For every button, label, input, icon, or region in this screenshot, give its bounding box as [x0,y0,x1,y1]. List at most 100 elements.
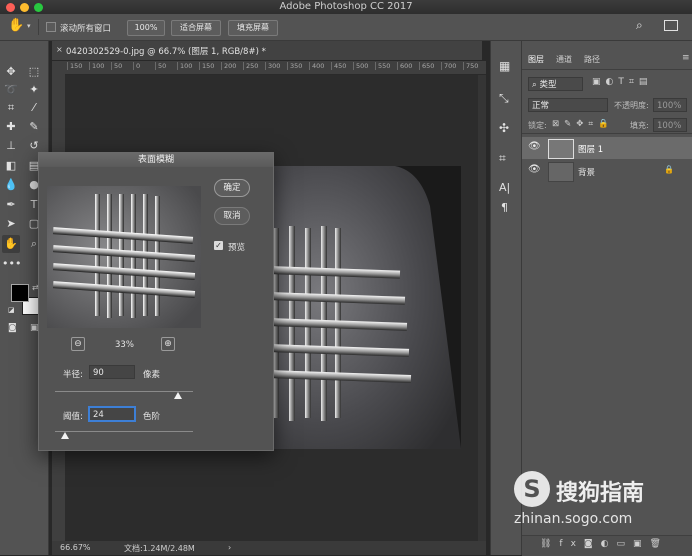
opacity-label: 不透明度: [614,101,649,110]
threshold-input[interactable]: 24 [89,407,135,421]
zoom-out-icon[interactable]: ⊖ [71,337,85,351]
threshold-slider-track[interactable] [55,431,193,432]
blur-tool-icon[interactable]: 💧 [2,176,20,194]
divider [38,19,39,35]
fill-input[interactable]: 100% [653,118,687,132]
title-bar: Adobe Photoshop CC 2017 [0,0,692,14]
ruler-tick-label: 750 [463,62,478,70]
opacity-input[interactable]: 100% [653,98,687,112]
path-selection-tool-icon[interactable]: ➤ [2,215,20,233]
default-colors-icon[interactable]: ◪ [8,306,15,314]
threshold-label: 阈值: [63,412,83,422]
divider [522,69,692,70]
visibility-eye-icon[interactable]: 👁 [528,164,541,175]
hand-tool-icon[interactable]: ✋ [2,235,20,253]
surface-blur-dialog: 表面模糊 确定 取消 ✓ 预览 ⊖ 33% ⊕ 半径: 90 像素 阈值: 24… [38,152,274,451]
eyedropper-tool-icon[interactable]: ⁄ [25,99,43,117]
character-icon[interactable]: A| [499,181,510,194]
radius-slider-track[interactable] [55,391,193,392]
blend-mode-select[interactable]: 正常 [528,98,608,112]
ruler-tick-label: 300 [265,62,280,70]
tab-paths[interactable]: 路径 [584,54,600,65]
zoom-in-icon[interactable]: ⊕ [161,337,175,351]
more-tools-icon[interactable]: ••• [2,255,21,273]
ruler-tick-label: 100 [89,62,104,70]
dialog-title: 表面模糊 [39,153,273,167]
ruler-tick-label: 200 [221,62,236,70]
brush-tool-icon[interactable]: ✎ [25,118,43,136]
magic-wand-tool-icon[interactable]: ✦ [25,81,43,99]
crop-panel-icon[interactable]: ⌗ [499,151,506,166]
vertical-scrollbar[interactable] [478,75,486,541]
layers-panel: 图层 通道 路径 ≡ ⌕ 类型 ▣◐T⌗▤ 正常 不透明度: 100% 锁定: … [514,41,692,556]
filter-preview[interactable] [47,186,201,328]
pen-tool-icon[interactable]: ✒ [2,196,20,214]
lock-icon: 🔒 [664,165,674,174]
status-menu-chevron-icon[interactable]: › [228,543,231,552]
paragraph-icon[interactable]: ¶ [501,201,508,214]
healing-brush-tool-icon[interactable]: ✚ [2,118,20,136]
layer-row-background[interactable]: 👁 背景 🔒 [522,160,692,182]
quick-mask-icon[interactable]: ◙ [8,323,17,333]
ruler-tick-label: 650 [419,62,434,70]
tool-preset-dropdown-icon[interactable]: ▾ [27,22,31,30]
radius-slider-handle[interactable] [173,392,182,399]
fill-screen-button[interactable]: 填充屏幕 [228,20,278,36]
ruler-tick-label: 50 [155,62,166,70]
search-icon[interactable]: ⌕ [636,18,643,33]
radius-input[interactable]: 90 [89,365,135,379]
radius-label: 半径: [63,370,83,380]
tab-layers[interactable]: 图层 [528,54,544,65]
layer-footer-icons[interactable]: ⛓fx◙◐▭▣🗑 [540,539,669,549]
layer-kind-filter[interactable]: ⌕ 类型 [528,77,583,91]
zoom-status[interactable]: 66.67% [60,543,91,552]
foreground-color-swatch[interactable] [11,284,29,302]
scroll-all-windows-checkbox[interactable] [46,22,56,32]
panel-menu-icon[interactable]: ≡ [682,53,690,63]
ruler-tick-label: 0 [133,62,140,70]
layer-row-layer1[interactable]: 👁 图层 1 [522,137,692,159]
move-tool-icon[interactable]: ✥ [2,63,20,81]
crop-tool-icon[interactable]: ⌗ [2,99,20,117]
zoom-100-button[interactable]: 100% [127,20,165,36]
watermark-logo: S [514,471,550,507]
layers-footer: ⛓fx◙◐▭▣🗑 [522,535,692,556]
close-tab-icon[interactable]: × [56,45,63,54]
lasso-tool-icon[interactable]: ➰ [2,81,20,99]
radius-unit: 像素 [143,370,161,380]
lock-icons[interactable]: ⊠✎✥⌗🔒 [552,119,614,129]
ruler-tick-label: 700 [441,62,456,70]
threshold-slider-handle[interactable] [60,432,69,439]
libraries-icon[interactable]: ▦ [499,59,510,73]
ruler-tick-label: 500 [353,62,368,70]
layer-kind-filter-value: 类型 [539,80,557,90]
visibility-eye-icon[interactable]: 👁 [528,141,541,152]
workspace-icon[interactable] [664,20,678,31]
adjustments-icon[interactable]: ⤡ [499,91,509,106]
ok-button[interactable]: 确定 [214,179,250,197]
document-image[interactable] [244,166,461,449]
ruler-tick-label: 600 [397,62,412,70]
document-tab[interactable]: × 0420302529-0.jpg @ 66.7% (图层 1, RGB/8#… [52,41,482,60]
app-title: Adobe Photoshop CC 2017 [279,1,413,12]
clone-stamp-tool-icon[interactable]: ⊥ [2,137,20,155]
ruler-tick-label: 150 [199,62,214,70]
layer-name[interactable]: 图层 1 [578,143,603,155]
properties-icon[interactable]: ✣ [499,121,509,135]
eraser-tool-icon[interactable]: ◧ [2,157,20,175]
hand-tool-icon[interactable]: ✋ [8,18,24,33]
layer-name[interactable]: 背景 [578,166,595,178]
marquee-tool-icon[interactable]: ⬚ [25,63,43,81]
ruler-tick-row: 150 100 50 0 50 100 150 200 250 300 350 400 450 500 55… [65,61,486,74]
ruler-tick-label: 100 [177,62,192,70]
status-bar: 66.67% 文档:1.24M/2.48M › [52,541,486,555]
ruler-tick-label: 250 [243,62,258,70]
options-bar: ✋ ▾ 滚动所有窗口 100% 适合屏幕 填充屏幕 ⌕ [0,14,692,41]
preview-checkbox[interactable]: ✓ [214,241,223,250]
layer-filter-icons[interactable]: ▣◐T⌗▤ [592,77,652,87]
tab-channels[interactable]: 通道 [556,54,572,65]
cancel-button[interactable]: 取消 [214,207,250,225]
layer-thumbnail [548,139,574,159]
horizontal-ruler[interactable]: 150 100 50 0 50 100 150 200 250 300 350 400 450 500 55… [65,61,486,75]
fit-screen-button[interactable]: 适合屏幕 [171,20,221,36]
